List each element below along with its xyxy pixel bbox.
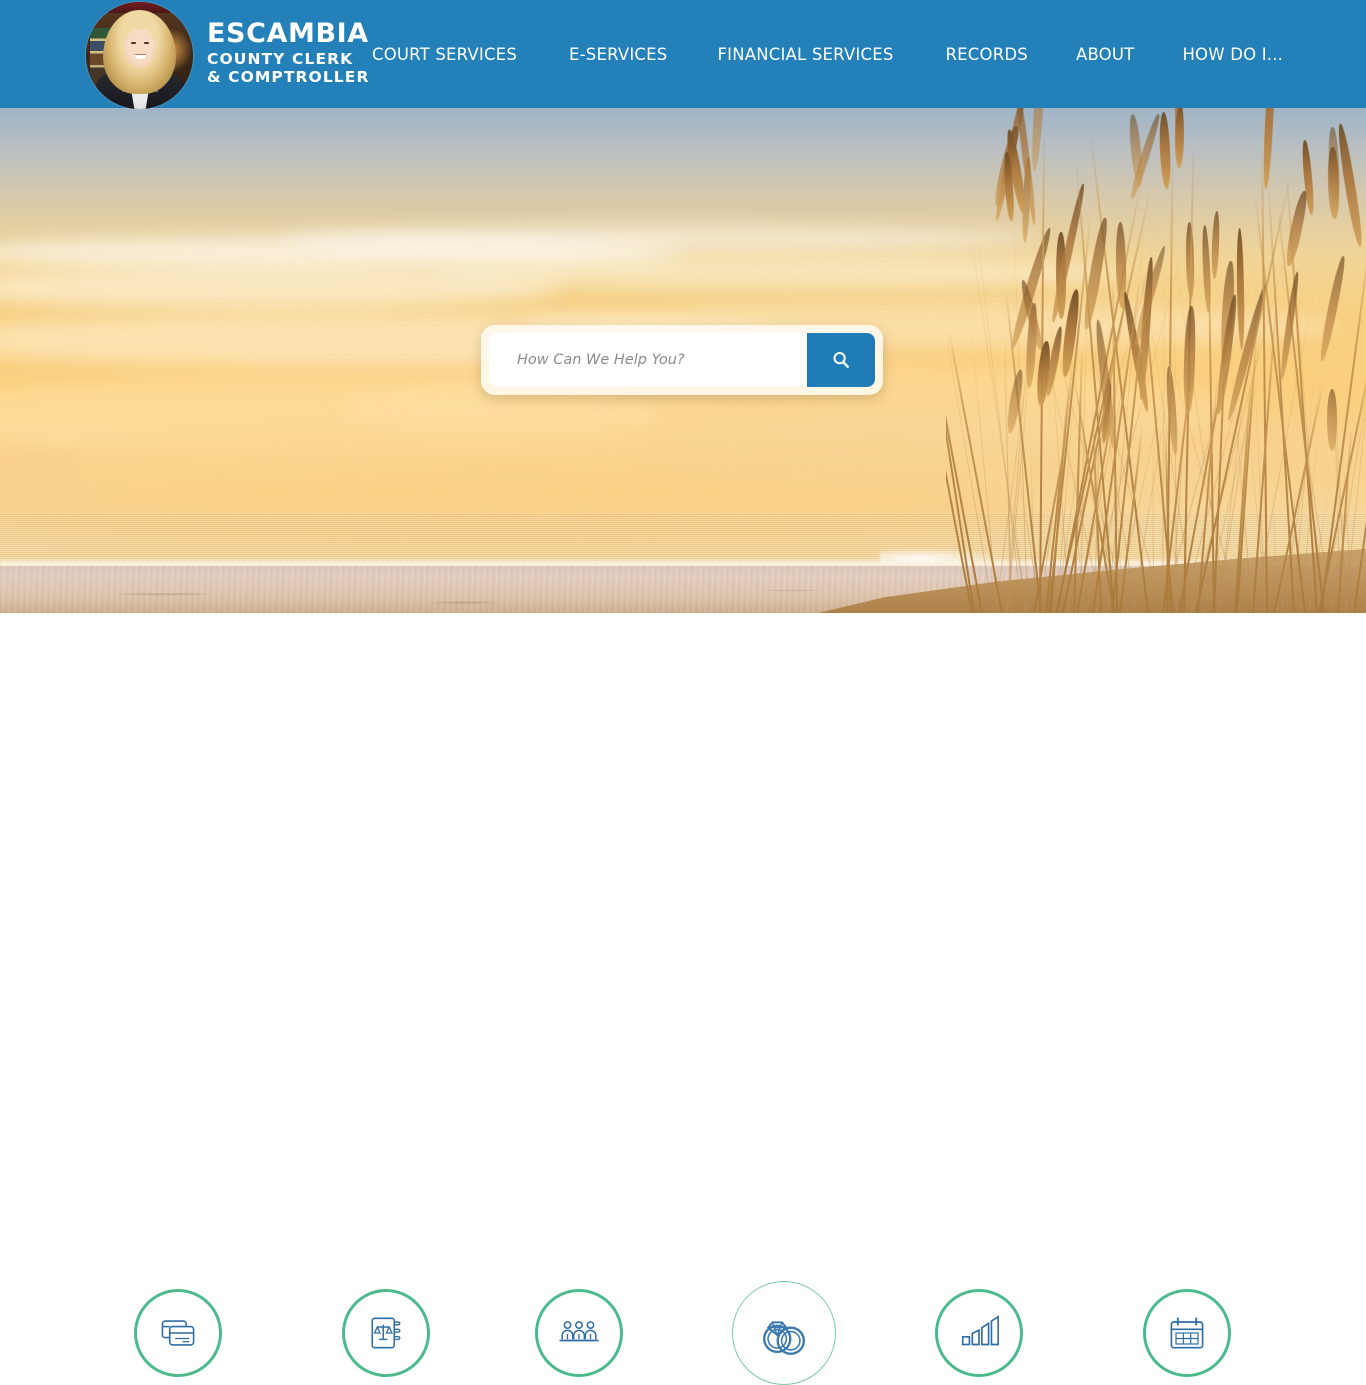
quicklink-jury-duty[interactable] xyxy=(535,1289,623,1377)
grass-filament xyxy=(1171,240,1227,613)
hero-sea-oats xyxy=(946,108,1366,613)
clerk-portrait-avatar xyxy=(86,1,193,109)
brand-logo[interactable]: ESCAMBIA COUNTY CLERK & COMPTROLLER xyxy=(86,0,370,109)
sea-oat-seedhead xyxy=(1175,108,1185,168)
nav-about[interactable]: ABOUT xyxy=(1074,39,1136,70)
quicklink-court-records[interactable] xyxy=(342,1289,430,1377)
calendar-icon xyxy=(1165,1311,1209,1355)
quicklink-calendar[interactable] xyxy=(1143,1289,1231,1377)
quicklink-pay-online[interactable] xyxy=(134,1289,222,1377)
nav-records[interactable]: RECORDS xyxy=(944,39,1030,70)
quicklink-financial-reports[interactable] xyxy=(935,1289,1023,1377)
sea-oat-seedhead xyxy=(1164,366,1181,456)
portrait-eye-left xyxy=(131,41,136,44)
search-input[interactable] xyxy=(489,333,807,387)
quicklinks-section xyxy=(0,613,1366,1385)
nav-e-services[interactable]: E-SERVICES xyxy=(567,39,669,70)
jury-people-icon xyxy=(556,1310,602,1356)
search-button[interactable] xyxy=(807,333,875,387)
sea-oat-seedhead xyxy=(1334,123,1366,248)
bar-chart-growth-icon xyxy=(956,1310,1002,1356)
nav-financial-services[interactable]: FINANCIAL SERVICES xyxy=(715,39,895,70)
site-header: ESCAMBIA COUNTY CLERK & COMPTROLLER COUR… xyxy=(0,0,1366,109)
sea-oat-seedhead xyxy=(1211,210,1221,280)
brand-wordmark: ESCAMBIA COUNTY CLERK & COMPTROLLER xyxy=(207,20,370,89)
brand-line-comptroller: & COMPTROLLER xyxy=(207,68,370,86)
grass-filament xyxy=(1152,432,1154,613)
sea-oat-seedhead xyxy=(1200,225,1213,314)
main-navigation: COURT SERVICES E-SERVICES FINANCIAL SERV… xyxy=(370,0,1285,108)
law-book-scales-icon xyxy=(364,1311,408,1355)
wedding-rings-icon xyxy=(755,1304,813,1362)
portrait-smile xyxy=(135,54,146,59)
cloud xyxy=(280,226,1040,252)
sea-oat-seedhead xyxy=(1262,108,1277,190)
nav-how-do-i[interactable]: HOW DO I... xyxy=(1180,39,1285,70)
search-row xyxy=(489,333,875,387)
search-icon xyxy=(830,349,852,371)
credit-cards-icon xyxy=(156,1311,200,1355)
hero-search-container xyxy=(481,325,883,395)
brand-line-county-clerk: COUNTY CLERK xyxy=(207,49,354,68)
sea-oat-seedhead xyxy=(1317,255,1347,363)
quicklink-marriage-license[interactable] xyxy=(732,1281,836,1385)
sea-oat-seedhead xyxy=(1157,111,1173,189)
brand-line-escambia: ESCAMBIA xyxy=(207,17,369,49)
nav-court-services[interactable]: COURT SERVICES xyxy=(370,39,519,70)
portrait-eye-right xyxy=(144,41,149,44)
